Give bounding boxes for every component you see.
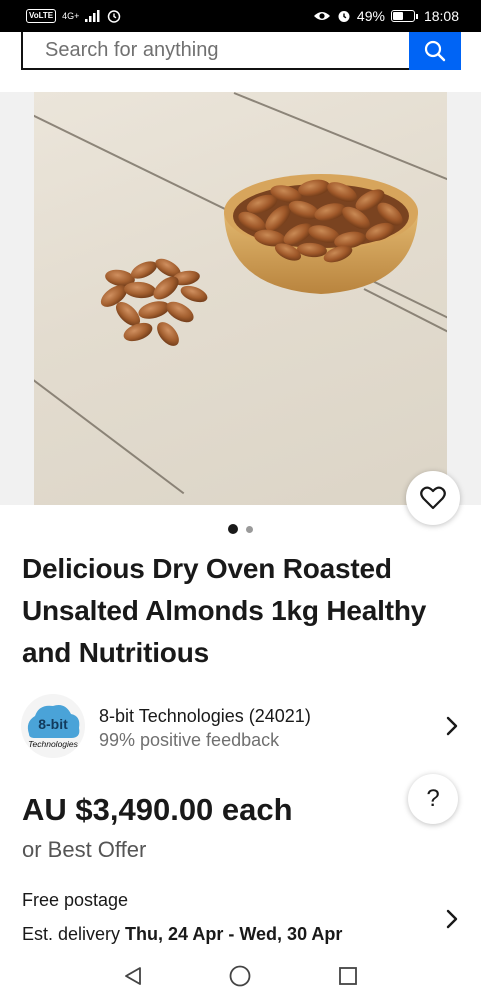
postage-label: Free postage [22,890,129,910]
recents-icon[interactable] [337,965,359,987]
help-button[interactable]: ? [408,774,458,824]
heart-icon [420,486,446,510]
item-price: AU $3,490.00 each [22,792,293,827]
delivery-estimate: Est. delivery Thu, 24 Apr - Wed, 30 Apr [22,924,342,945]
chevron-right-icon[interactable] [445,908,459,930]
product-image[interactable] [34,92,447,505]
watchlist-button[interactable] [406,471,460,525]
search-icon [424,40,446,62]
volte-badge: VoLTE [26,9,57,23]
seller-logo: 8-bit Technologies [27,705,80,749]
network-type: 4G+ [62,10,80,21]
alarm-clock-icon [338,11,350,22]
delivery-prefix: Est. delivery [22,924,126,944]
back-icon[interactable] [122,965,144,987]
alarm-icon [108,10,121,23]
eye-icon [313,12,330,20]
svg-text:Technologies: Technologies [28,739,79,749]
best-offer-label: or Best Offer [22,837,147,862]
shipping-info[interactable]: Free postage Est. delivery Thu, 24 Apr -… [0,886,481,952]
seller-info[interactable]: 8-bit Technologies 8-bit Technologies (2… [0,694,481,758]
pagination-dot-1[interactable] [228,524,238,534]
battery-percent: 49% [356,8,385,24]
pagination-dot-2[interactable] [246,525,253,533]
seller-name[interactable]: 8-bit Technologies (24021) [99,704,311,728]
chevron-right-icon[interactable] [445,715,459,737]
search-bar [21,32,461,70]
seller-feedback: 99% positive feedback [99,730,280,750]
almond-bowl [224,174,418,294]
image-gallery[interactable] [0,92,481,505]
product-title: Delicious Dry Oven Roasted Unsalted Almo… [22,553,427,668]
search-button[interactable] [409,32,461,70]
delivery-dates: Thu, 24 Apr - Wed, 30 Apr [125,924,343,944]
gallery-pagination [0,524,481,534]
signal-icon [85,10,100,22]
svg-text:8-bit: 8-bit [38,716,68,732]
status-bar: VoLTE 4G+ 49% 18:08 [0,0,481,32]
system-nav-bar [0,952,481,1000]
battery-icon [390,10,418,22]
seller-avatar[interactable]: 8-bit Technologies [21,694,85,758]
almond-pile [100,258,208,346]
clock-time: 18:08 [423,8,459,24]
home-icon[interactable] [228,964,252,988]
search-input[interactable] [21,32,409,70]
